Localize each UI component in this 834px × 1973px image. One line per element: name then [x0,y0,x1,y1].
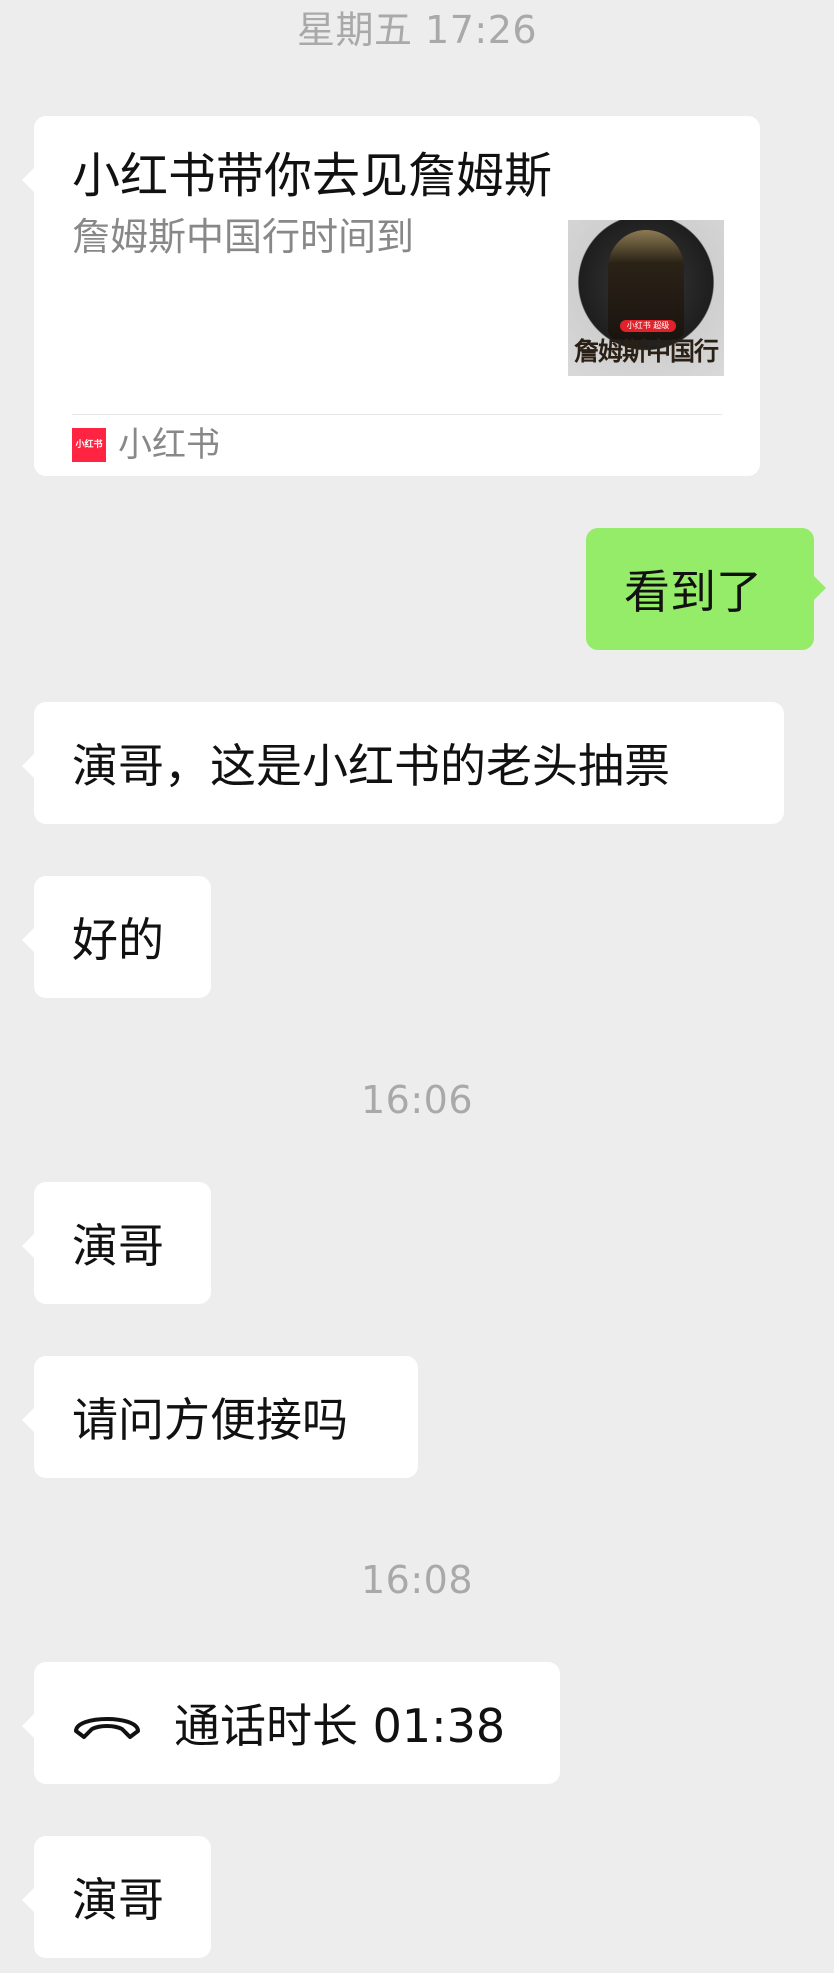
timestamp: 16:08 [360,1558,473,1602]
message-text: 演哥 [72,1873,164,1927]
xiaohongshu-logo-icon: 小红书 [72,428,106,462]
message-text: 演哥，这是小红书的老头抽票 [72,739,670,793]
message-text: 好的 [72,913,164,967]
incoming-message[interactable]: 演哥 [22,1182,211,1304]
link-card-message[interactable]: 小红书带你去见詹姆斯 詹姆斯中国行时间到 小红书 超级 詹姆斯中国行 小红书 小… [22,116,760,476]
timestamp: 星期五 17:26 [296,8,538,52]
link-card-thumbnail: 小红书 超级 詹姆斯中国行 [568,220,724,376]
incoming-message[interactable]: 好的 [22,876,211,998]
message-text: 看到了 [624,565,762,619]
incoming-message[interactable]: 请问方便接吗 [22,1356,418,1478]
link-card-description: 詹姆斯中国行时间到 [72,215,415,259]
link-card-source-name: 小红书 [118,425,220,465]
thumbnail-badge: 小红书 超级 [620,320,676,332]
timestamp: 16:06 [360,1078,473,1122]
message-text: 请问方便接吗 [72,1393,348,1447]
thumbnail-caption: 詹姆斯中国行 [573,337,719,366]
call-duration-text: 通话时长 01:38 [174,1699,506,1753]
incoming-message[interactable]: 演哥 [22,1836,211,1958]
call-record-message[interactable]: 通话时长 01:38 [22,1662,560,1784]
message-text: 演哥 [72,1219,164,1273]
link-card-title: 小红书带你去见詹姆斯 [72,148,553,204]
incoming-message[interactable]: 演哥，这是小红书的老头抽票 [22,702,784,824]
link-card-divider [72,414,722,415]
outgoing-message[interactable]: 看到了 [586,528,826,650]
phone-hangup-icon [70,1662,144,1784]
